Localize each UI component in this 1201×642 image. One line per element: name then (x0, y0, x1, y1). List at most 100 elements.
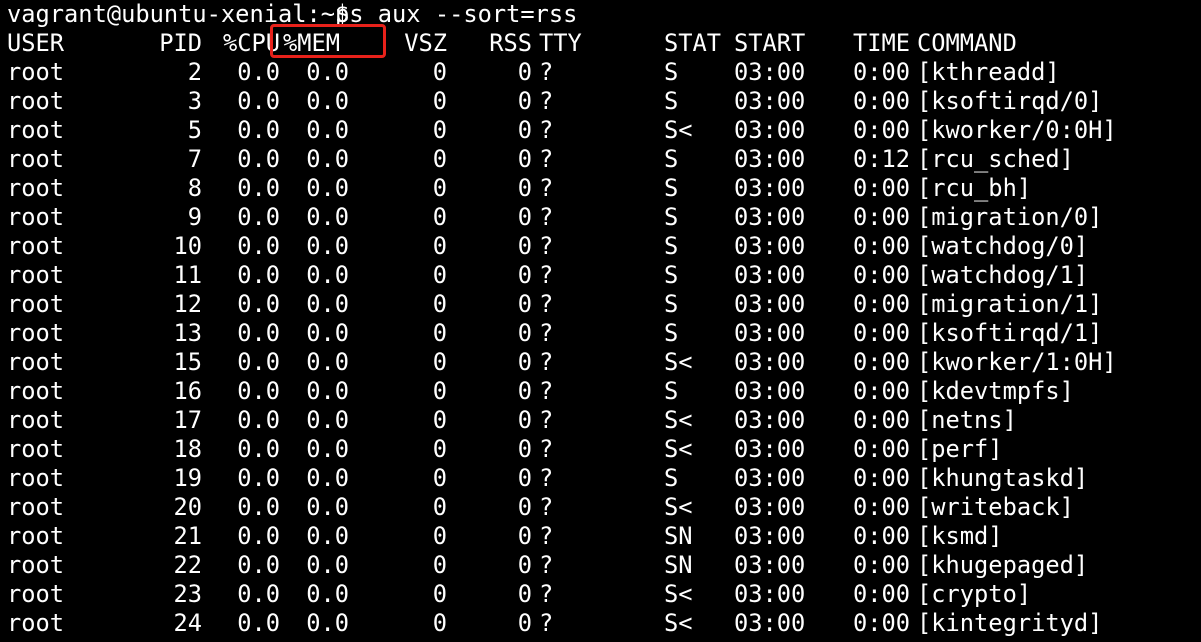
cell-mem: 0.0 (306, 203, 349, 231)
cell-start: 03:00 (734, 203, 806, 231)
process-row: root 21 0.0 0.0 0 0? SN 03:00 0:00 [ksmd] (7, 522, 1197, 551)
cell-start: 03:00 (734, 493, 806, 521)
cell-mem: 0.0 (306, 406, 349, 434)
cell-cpu: 0.0 (237, 174, 280, 202)
cell-vsz: 0 (432, 493, 447, 521)
cell-stat: S (664, 319, 679, 347)
header-tty: TTY (539, 29, 582, 57)
cell-mem: 0.0 (306, 290, 349, 318)
cell-user: root (7, 290, 65, 318)
cell-vsz: 0 (432, 319, 447, 347)
cell-start: 03:00 (734, 145, 806, 173)
cell-rss: 0 (517, 261, 532, 289)
cell-tty: ? (539, 377, 554, 405)
cell-vsz: 0 (432, 406, 447, 434)
cell-command: [migration/0] (917, 203, 1103, 231)
cell-time: 0:00 (852, 348, 910, 376)
process-row: root 9 0.0 0.0 0 0? S 03:00 0:00 [migration/0] (7, 203, 1197, 232)
cell-command: [perf] (917, 435, 1003, 463)
process-row: root 12 0.0 0.0 0 0? S 03:00 0:00 [migration/1] (7, 290, 1197, 319)
process-row: root 5 0.0 0.0 0 0? S< 03:00 0:00 [kworker/0:0H] (7, 116, 1197, 145)
cell-user: root (7, 145, 65, 173)
cell-pid: 5 (187, 116, 202, 144)
cell-stat: S (664, 290, 679, 318)
process-row: root 17 0.0 0.0 0 0? S< 03:00 0:00 [netns] (7, 406, 1197, 435)
cell-cpu: 0.0 (237, 290, 280, 318)
cell-mem: 0.0 (306, 348, 349, 376)
cell-mem: 0.0 (306, 58, 349, 86)
cell-mem: 0.0 (306, 551, 349, 579)
cell-vsz: 0 (432, 290, 447, 318)
process-row: root 10 0.0 0.0 0 0? S 03:00 0:00 [watchdog/0] (7, 232, 1197, 261)
cell-rss: 0 (517, 174, 532, 202)
process-row: root 3 0.0 0.0 0 0? S 03:00 0:00 [ksoftirqd/0] (7, 87, 1197, 116)
cell-mem: 0.0 (306, 377, 349, 405)
cell-user: root (7, 551, 65, 579)
cell-time: 0:00 (852, 290, 910, 318)
cell-command: [kintegrityd] (917, 609, 1103, 637)
cell-vsz: 0 (432, 203, 447, 231)
cell-pid: 7 (187, 145, 202, 173)
cell-tty: ? (539, 522, 554, 550)
cell-time: 0:00 (852, 377, 910, 405)
cell-command: [ksmd] (917, 522, 1003, 550)
cell-stat: S< (664, 493, 693, 521)
process-row: root 15 0.0 0.0 0 0? S< 03:00 0:00 [kworker/1:0H] (7, 348, 1197, 377)
cell-tty: ? (539, 145, 554, 173)
cell-user: root (7, 522, 65, 550)
cell-cpu: 0.0 (237, 377, 280, 405)
cell-cpu: 0.0 (237, 580, 280, 608)
cell-rss: 0 (517, 116, 532, 144)
cell-time: 0:00 (852, 609, 910, 637)
cell-stat: S (664, 232, 679, 260)
cell-pid: 13 (173, 319, 202, 347)
cell-vsz: 0 (432, 174, 447, 202)
terminal-window[interactable]: vagrant@ubuntu-xenial:~$ ps aux --sort=r… (0, 0, 1201, 642)
cell-cpu: 0.0 (237, 609, 280, 637)
cell-pid: 21 (173, 522, 202, 550)
process-row: root 2 0.0 0.0 0 0? S 03:00 0:00 [kthreadd] (7, 58, 1197, 87)
cell-user: root (7, 261, 65, 289)
cell-pid: 24 (173, 609, 202, 637)
cell-user: root (7, 493, 65, 521)
cell-time: 0:00 (852, 406, 910, 434)
cell-cpu: 0.0 (237, 145, 280, 173)
process-row: root 20 0.0 0.0 0 0? S< 03:00 0:00 [writeback] (7, 493, 1197, 522)
cell-tty: ? (539, 290, 554, 318)
cell-start: 03:00 (734, 522, 806, 550)
cell-rss: 0 (517, 232, 532, 260)
cell-mem: 0.0 (306, 609, 349, 637)
cell-time: 0:00 (852, 116, 910, 144)
cell-mem: 0.0 (306, 493, 349, 521)
cell-rss: 0 (517, 551, 532, 579)
cell-pid: 12 (173, 290, 202, 318)
cell-time: 0:00 (852, 464, 910, 492)
cell-start: 03:00 (734, 406, 806, 434)
cell-cpu: 0.0 (237, 551, 280, 579)
cell-pid: 20 (173, 493, 202, 521)
process-row: root 23 0.0 0.0 0 0? S< 03:00 0:00 [crypto] (7, 580, 1197, 609)
cell-user: root (7, 203, 65, 231)
cell-pid: 19 (173, 464, 202, 492)
process-row: root 8 0.0 0.0 0 0? S 03:00 0:00 [rcu_bh] (7, 174, 1197, 203)
cell-vsz: 0 (432, 551, 447, 579)
cell-user: root (7, 580, 65, 608)
cell-pid: 18 (173, 435, 202, 463)
cell-command: [rcu_sched] (917, 145, 1074, 173)
process-row: root 18 0.0 0.0 0 0? S< 03:00 0:00 [perf] (7, 435, 1197, 464)
process-row: root 22 0.0 0.0 0 0? SN 03:00 0:00 [khugepaged] (7, 551, 1197, 580)
cell-rss: 0 (517, 290, 532, 318)
cell-stat: S (664, 58, 679, 86)
cell-start: 03:00 (734, 290, 806, 318)
cell-command: [rcu_bh] (917, 174, 1032, 202)
cell-command: [kdevtmpfs] (917, 377, 1074, 405)
cell-vsz: 0 (432, 87, 447, 115)
cell-tty: ? (539, 609, 554, 637)
cell-user: root (7, 348, 65, 376)
cell-vsz: 0 (432, 609, 447, 637)
cell-start: 03:00 (734, 261, 806, 289)
cell-vsz: 0 (432, 522, 447, 550)
cell-tty: ? (539, 203, 554, 231)
cell-rss: 0 (517, 493, 532, 521)
cell-rss: 0 (517, 464, 532, 492)
